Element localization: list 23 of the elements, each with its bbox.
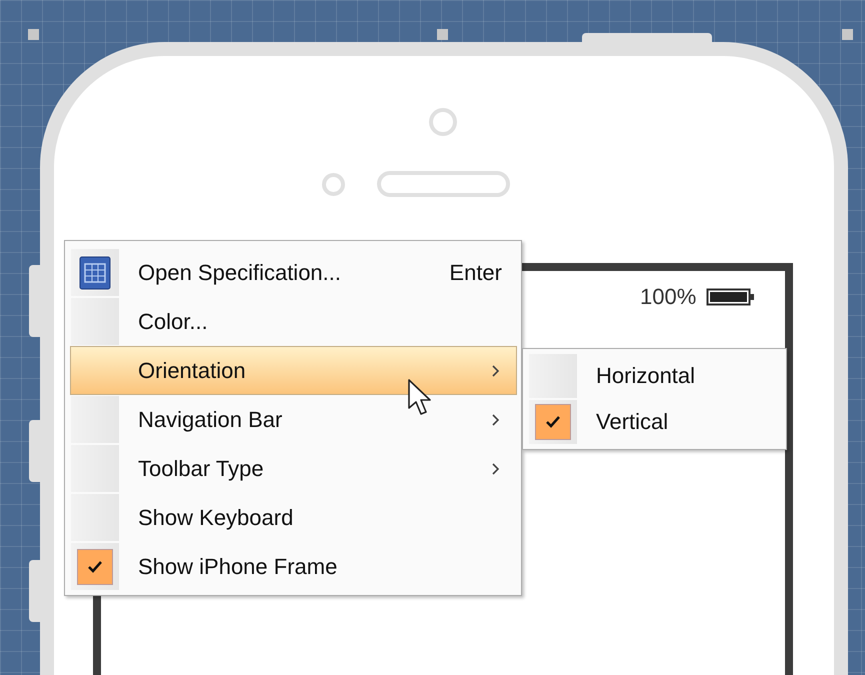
menu-item[interactable]: Orientation: [70, 346, 517, 395]
chevron-right-icon: [491, 462, 501, 476]
menu-item[interactable]: Horizontal: [528, 353, 782, 399]
sensor-icon: [322, 173, 345, 196]
camera-icon: [429, 108, 457, 136]
chevron-right-icon: [491, 364, 501, 378]
selection-handle[interactable]: [842, 29, 853, 40]
menu-item[interactable]: Show Keyboard: [70, 493, 517, 542]
menu-item[interactable]: Navigation Bar: [70, 395, 517, 444]
speaker-icon: [377, 171, 510, 197]
shortcut-text: Enter: [449, 260, 502, 286]
battery-icon: [706, 288, 756, 306]
document-icon: [79, 256, 111, 290]
menu-item[interactable]: Color...: [70, 297, 517, 346]
pointer-icon: [407, 378, 433, 418]
selection-handle[interactable]: [437, 29, 448, 40]
menu-item[interactable]: Toolbar Type: [70, 444, 517, 493]
menu-item[interactable]: Open Specification... Enter: [70, 248, 517, 297]
menu-item[interactable]: Show iPhone Frame: [70, 542, 517, 591]
chevron-right-icon: [491, 412, 501, 426]
battery-percentage: 100%: [640, 284, 696, 310]
menu-item[interactable]: Vertical: [528, 399, 782, 445]
selection-handle[interactable]: [28, 29, 39, 40]
